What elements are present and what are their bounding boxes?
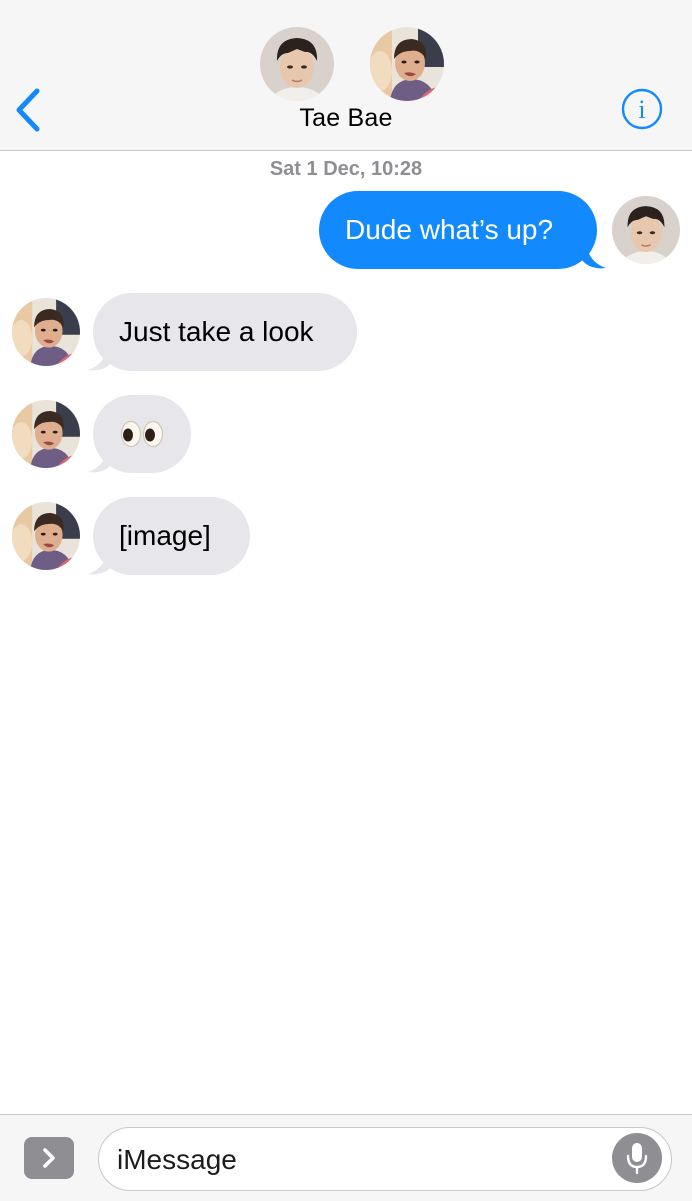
- conversation-timestamp: Sat 1 Dec, 10:28: [269, 158, 423, 180]
- chevron-right-icon: [43, 1148, 55, 1168]
- message-bubble-outgoing[interactable]: Dude what’s up?: [319, 191, 597, 269]
- message-bubble-incoming[interactable]: [image]: [93, 497, 250, 575]
- message-bubble-incoming[interactable]: 👀: [93, 395, 191, 473]
- message-composer: [0, 1114, 692, 1201]
- microphone-icon: [626, 1143, 648, 1175]
- group-avatar-2[interactable]: [370, 27, 444, 101]
- info-circle-icon: i: [621, 88, 663, 130]
- eyes-icon: [120, 420, 164, 448]
- sender-avatar: [612, 196, 680, 264]
- message-input[interactable]: [115, 1128, 609, 1191]
- app-drawer-button[interactable]: [24, 1137, 74, 1179]
- group-avatar-1[interactable]: [260, 27, 334, 101]
- dictation-button[interactable]: [612, 1133, 662, 1183]
- conversation-header: Tae Bae i: [0, 0, 692, 151]
- contact-avatar: [12, 298, 80, 366]
- contact-avatar: [12, 400, 80, 468]
- svg-text:i: i: [638, 95, 645, 124]
- message-field[interactable]: [98, 1127, 672, 1191]
- message-bubble-incoming[interactable]: Just take a look: [93, 293, 357, 371]
- contact-avatar: [12, 502, 80, 570]
- contact-name[interactable]: Tae Bae: [0, 104, 692, 133]
- details-button[interactable]: i: [620, 87, 664, 131]
